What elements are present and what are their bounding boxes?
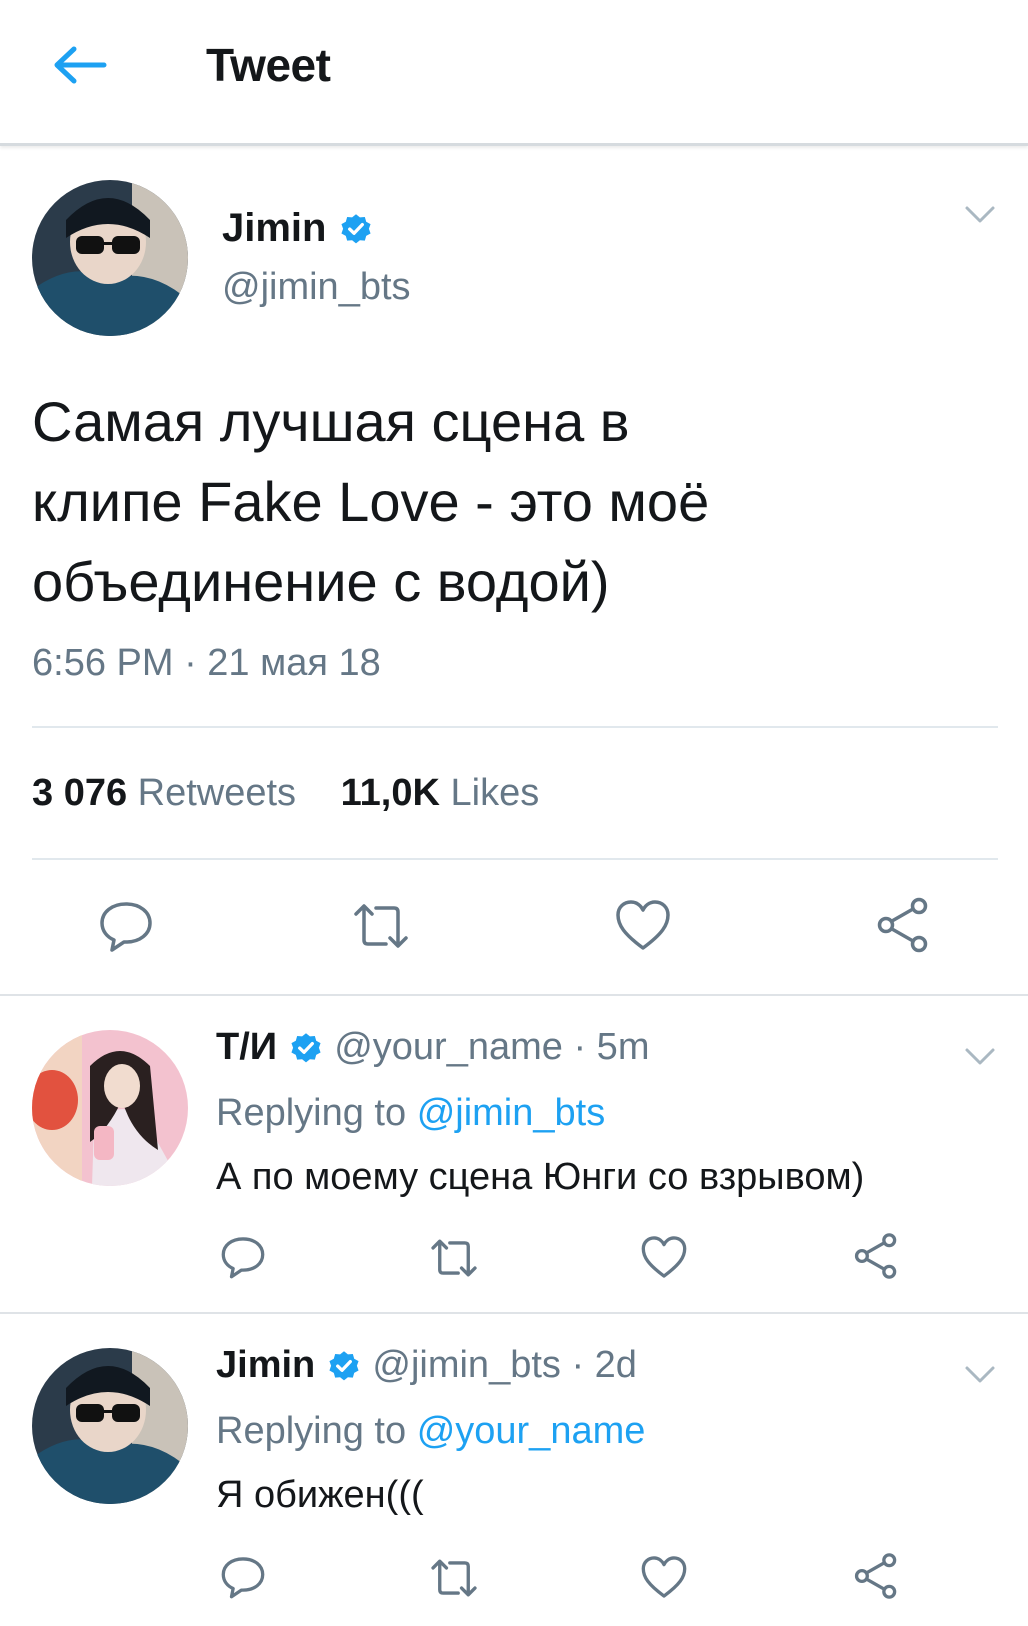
tweet-text-line: клипе Fake Love - это моё <box>32 470 710 533</box>
reply-author-name[interactable]: Jimin <box>216 1344 315 1386</box>
tweet-page: Tweet Jimin @jimin_bts Самая лучшая сцен… <box>0 0 1028 1626</box>
retweet-icon <box>354 904 408 948</box>
like-icon <box>641 1556 687 1598</box>
avatar[interactable] <box>32 180 188 336</box>
reply-button[interactable] <box>220 1234 266 1285</box>
replying-to: Replying to @jimin_bts <box>216 1092 605 1135</box>
replying-to: Replying to @your_name <box>216 1410 645 1453</box>
reply-icon <box>221 1237 265 1279</box>
reply-icon <box>221 1557 265 1599</box>
likes-label: Likes <box>450 772 540 814</box>
verified-badge-icon <box>329 1351 359 1381</box>
avatar-image <box>32 180 188 336</box>
avatar[interactable] <box>32 1030 188 1186</box>
retweet-button[interactable] <box>428 1556 480 1605</box>
reply-time: · 5m <box>573 1026 650 1068</box>
retweets-stat[interactable]: 3 076 Retweets <box>32 772 296 815</box>
share-button[interactable] <box>852 1552 900 1605</box>
avatar[interactable] <box>32 1348 188 1504</box>
tweet-stats: 3 076 Retweets 11,0K Likes <box>32 772 573 815</box>
retweets-count: 3 076 <box>32 772 128 814</box>
share-button[interactable] <box>852 1232 900 1285</box>
retweets-label: Retweets <box>137 772 297 814</box>
reply-menu-button[interactable] <box>964 1364 996 1391</box>
replying-prefix: Replying to <box>216 1092 407 1134</box>
like-icon <box>616 900 670 950</box>
back-arrow-icon <box>54 46 107 84</box>
reply-author-handle[interactable]: @your_name <box>334 1026 563 1068</box>
reply-menu-button[interactable] <box>964 1046 996 1073</box>
share-button[interactable] <box>874 896 932 959</box>
likes-stat[interactable]: 11,0K Likes <box>341 772 540 815</box>
back-button[interactable] <box>48 40 110 90</box>
tweet-text-line: Самая лучшая сцена в <box>32 390 630 453</box>
retweet-icon <box>431 1559 477 1597</box>
divider <box>32 726 998 728</box>
replying-mention-link[interactable]: @your_name <box>417 1410 646 1452</box>
verified-badge-icon <box>341 214 371 244</box>
author-name-text: Jimin <box>222 206 327 250</box>
retweet-icon <box>431 1239 477 1277</box>
chevron-down-icon <box>965 206 995 223</box>
reply-header: Jimin @jimin_bts · 2d <box>216 1344 637 1387</box>
retweet-button[interactable] <box>428 1236 480 1285</box>
reply-button[interactable] <box>98 898 154 959</box>
tweet-text: Самая лучшая сцена в клипе Fake Love - э… <box>32 382 972 622</box>
tweet-timestamp[interactable]: 6:56 PM · 21 мая 18 <box>32 642 381 685</box>
tweet-menu-button[interactable] <box>964 204 996 231</box>
likes-count: 11,0K <box>340 772 440 814</box>
reply-text: А по моему сцена Юнги со взрывом) <box>216 1156 865 1198</box>
divider <box>0 1312 1028 1314</box>
tweet-text-line: объединение с водой) <box>32 550 610 613</box>
reply-author-name[interactable]: Т/И <box>216 1026 277 1068</box>
like-button[interactable] <box>640 1234 688 1285</box>
reply-time: · 2d <box>571 1344 637 1386</box>
reply-text: Я обижен((( <box>216 1474 424 1516</box>
reply-header: Т/И @your_name · 5m <box>216 1026 649 1069</box>
author-handle[interactable]: @jimin_bts <box>222 266 411 309</box>
replying-prefix: Replying to <box>216 1410 407 1452</box>
divider <box>0 994 1028 996</box>
reply-author-handle[interactable]: @jimin_bts <box>372 1344 561 1386</box>
like-icon <box>641 1236 687 1278</box>
share-icon <box>854 1553 897 1599</box>
author-name[interactable]: Jimin <box>222 206 374 251</box>
share-icon <box>877 897 928 953</box>
top-bar: Tweet <box>0 0 1028 146</box>
avatar-image <box>32 1030 188 1186</box>
avatar-image <box>32 1348 188 1504</box>
reply-button[interactable] <box>220 1554 266 1605</box>
verified-badge-icon <box>291 1033 321 1063</box>
chevron-down-icon <box>965 1366 995 1383</box>
like-button[interactable] <box>614 898 672 957</box>
replying-mention-link[interactable]: @jimin_bts <box>417 1092 606 1134</box>
like-button[interactable] <box>640 1554 688 1605</box>
share-icon <box>854 1233 897 1279</box>
divider <box>32 858 998 860</box>
reply-icon <box>100 902 152 952</box>
page-title: Tweet <box>206 39 331 91</box>
chevron-down-icon <box>965 1048 995 1065</box>
retweet-button[interactable] <box>350 900 412 957</box>
